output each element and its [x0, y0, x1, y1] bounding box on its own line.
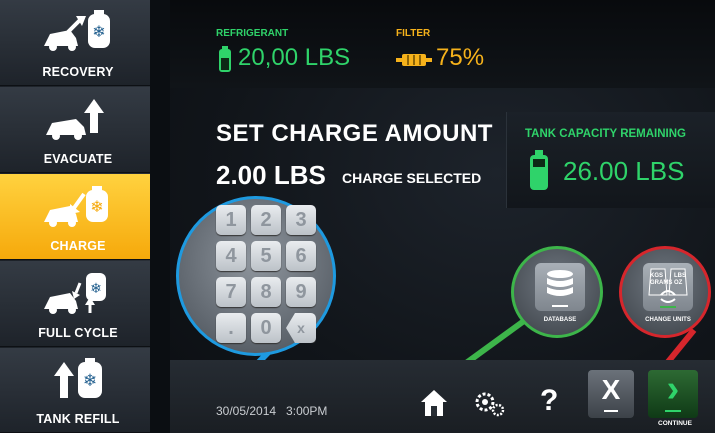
key-0[interactable]: 0 — [251, 313, 281, 343]
sidebar-item-label: FULL CYCLE — [38, 326, 118, 340]
bottom-bar: 30/05/2014 3:00PM ? X › CONTINUE — [170, 360, 715, 433]
sidebar-item-label: EVACUATE — [43, 152, 113, 166]
home-icon[interactable] — [420, 388, 448, 418]
mode-sidebar: ❄ RECOVERY EVACUATE ❄ CHARGE ❄ FULL CYCL… — [0, 0, 160, 433]
sidebar-item-label: TANK REFILL — [36, 412, 120, 426]
continue-button[interactable]: › — [648, 368, 698, 418]
change-units-label: CHANGE UNITS — [645, 317, 691, 323]
full-cycle-icon: ❄ — [44, 273, 106, 314]
sidebar-item-full-cycle[interactable]: ❄ FULL CYCLE — [0, 261, 156, 347]
chevron-right-icon: › — [666, 368, 680, 410]
database-button[interactable] — [535, 263, 585, 311]
sidebar-item-recovery[interactable]: ❄ RECOVERY — [0, 0, 156, 86]
key-4[interactable]: 4 — [216, 241, 246, 271]
change-units-button[interactable]: KGS GRAMS LBS OZ — [643, 263, 693, 311]
keypad-magnifier: 1 2 3 4 5 6 7 8 9 . 0 x — [176, 196, 336, 356]
sidebar-item-label: CHARGE — [50, 239, 106, 253]
units-kgs-grams: KGS GRAMS — [650, 273, 673, 286]
charge-icon: ❄ — [44, 186, 108, 227]
sidebar-item-evacuate[interactable]: EVACUATE — [0, 87, 156, 173]
cancel-button[interactable]: X — [588, 370, 634, 418]
sidebar-item-tank-refill[interactable]: ❄ TANK REFILL — [0, 348, 156, 433]
key-2[interactable]: 2 — [251, 205, 281, 235]
sidebar-item-label: RECOVERY — [42, 65, 114, 79]
evacuate-icon — [46, 99, 104, 140]
key-6[interactable]: 6 — [286, 241, 316, 271]
units-lbs-oz: LBS OZ — [674, 273, 686, 286]
key-backspace[interactable]: x — [286, 313, 316, 343]
database-icon — [547, 270, 573, 296]
settings-icon[interactable] — [474, 390, 506, 418]
svg-text:❄: ❄ — [90, 199, 103, 216]
change-units-magnifier: KGS GRAMS LBS OZ CHANGE UNITS — [619, 246, 711, 338]
key-decimal[interactable]: . — [216, 313, 246, 343]
key-1[interactable]: 1 — [216, 205, 246, 235]
database-magnifier: DATABASE — [511, 246, 603, 338]
database-label: DATABASE — [543, 317, 577, 323]
svg-text:❄: ❄ — [83, 371, 97, 390]
key-9[interactable]: 9 — [286, 277, 316, 307]
recovery-icon: ❄ — [44, 10, 110, 51]
cancel-icon: X — [601, 374, 621, 405]
svg-text:❄: ❄ — [92, 24, 105, 41]
key-3[interactable]: 3 — [286, 205, 316, 235]
datetime: 30/05/2014 3:00PM — [216, 404, 328, 418]
svg-text:❄: ❄ — [90, 280, 102, 296]
main-panel: REFRIGERANT 20,00 LBS FILTER 75% SET CHA… — [170, 0, 715, 433]
key-8[interactable]: 8 — [251, 277, 281, 307]
sidebar-item-charge[interactable]: ❄ CHARGE — [0, 174, 156, 260]
key-7[interactable]: 7 — [216, 277, 246, 307]
tank-refill-icon: ❄ — [54, 358, 102, 398]
continue-label: CONTINUE — [658, 420, 692, 427]
help-icon[interactable]: ? — [540, 384, 558, 418]
key-5[interactable]: 5 — [251, 241, 281, 271]
